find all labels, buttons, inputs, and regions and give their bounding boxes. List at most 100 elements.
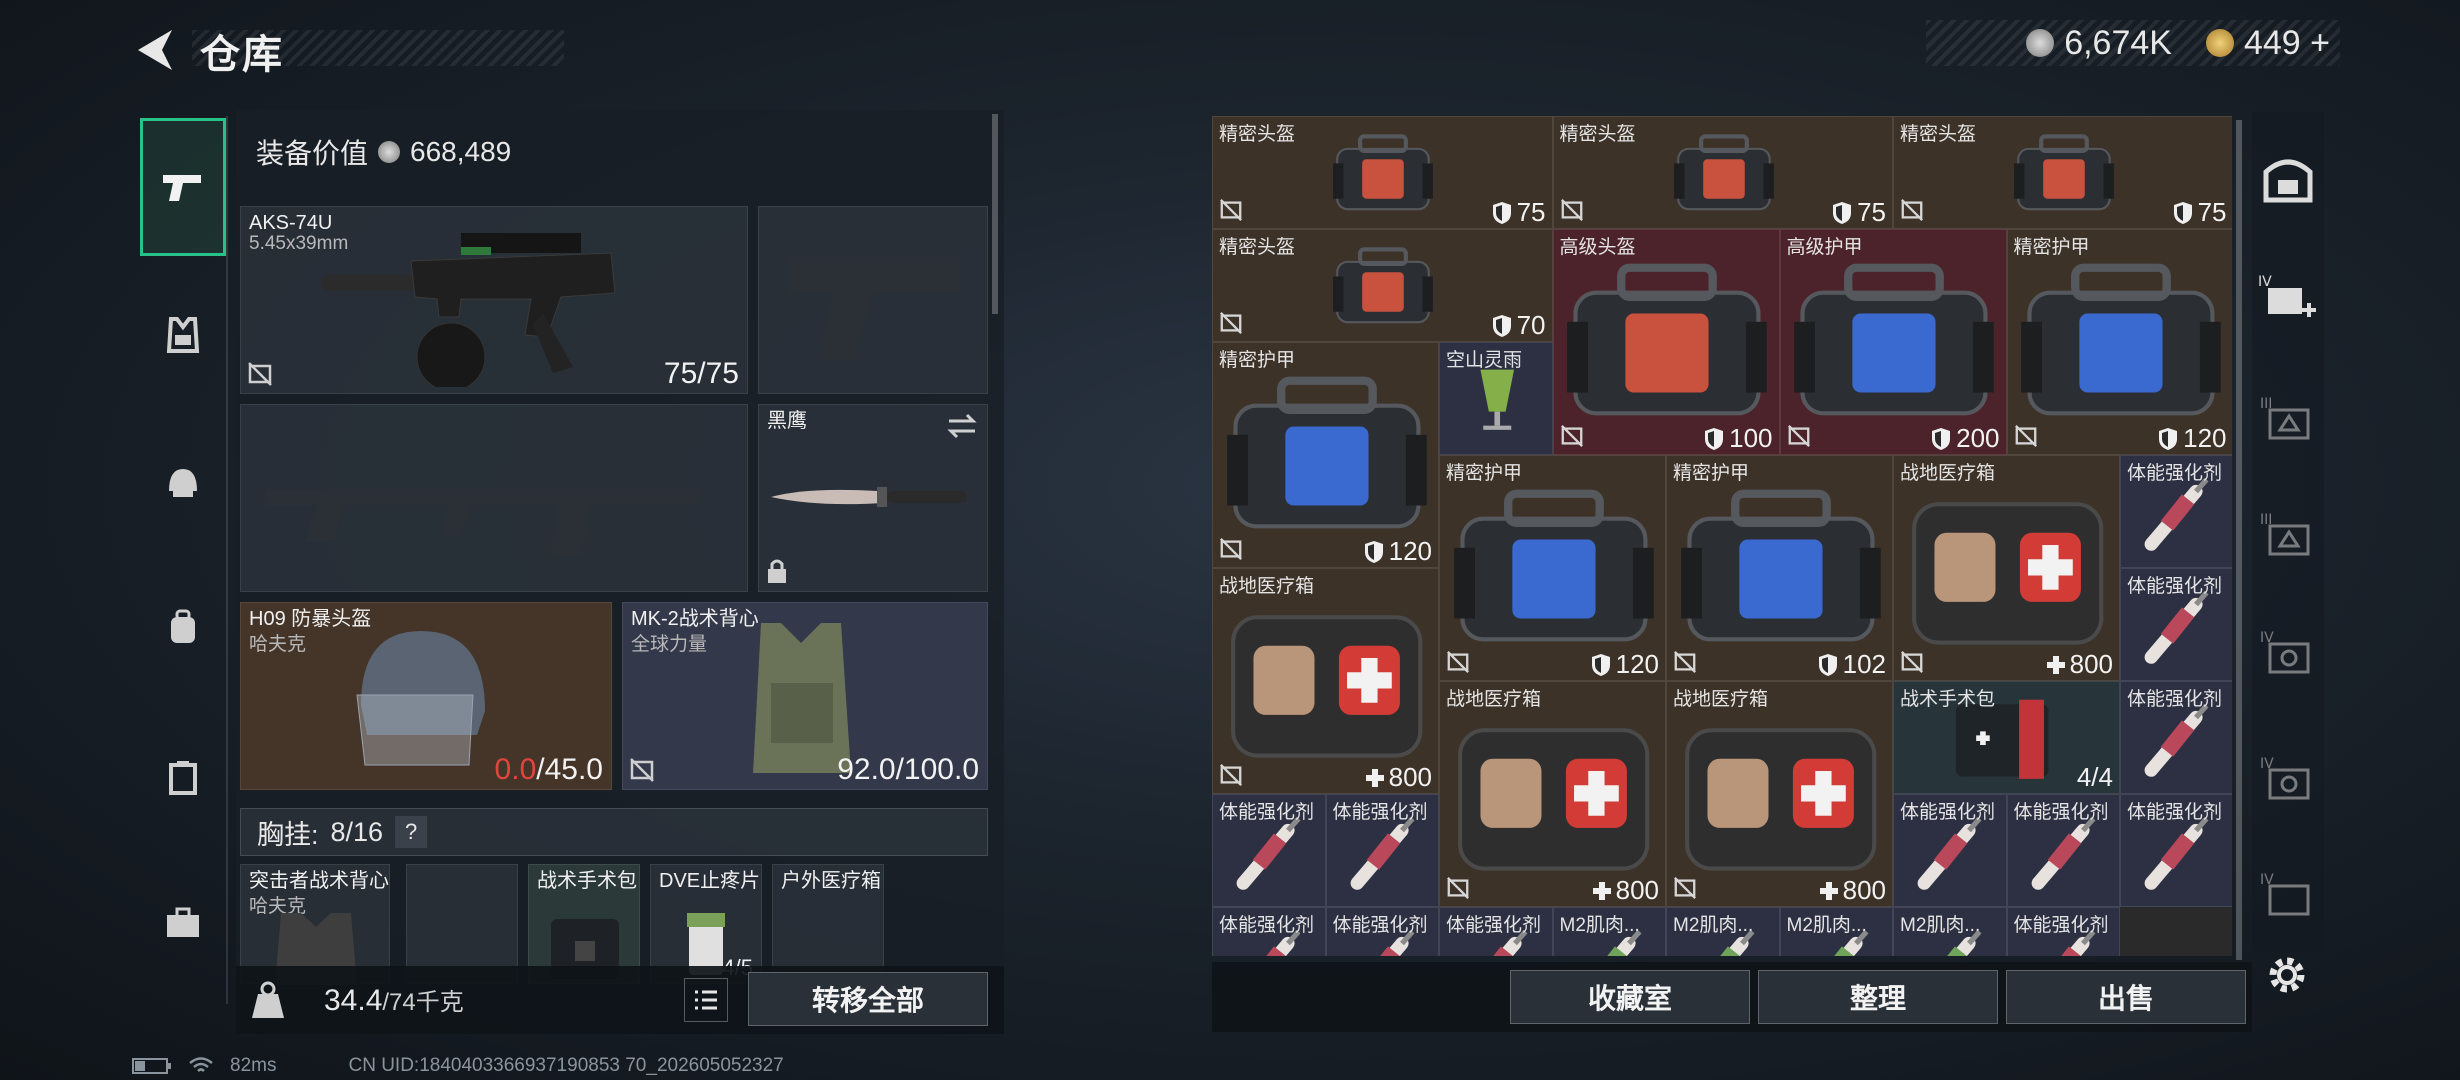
stash-page-icon: III — [2260, 396, 2310, 440]
tab-stash-main[interactable] — [2260, 150, 2316, 206]
tab-tools[interactable] — [140, 880, 226, 966]
armor-shield-icon — [1703, 427, 1725, 451]
back-button[interactable] — [130, 24, 180, 76]
stash-item[interactable]: 战术手术包 4/4 — [1893, 681, 2120, 794]
stash-item[interactable]: 战地医疗箱 800 — [1666, 681, 1893, 907]
rig-help-button[interactable]: ? — [395, 816, 428, 848]
stash-item[interactable]: M2肌肉... — [1779, 907, 1893, 956]
helmet-image — [356, 631, 485, 766]
item-label: 精密头盔 — [1900, 124, 1977, 145]
tab-backpack[interactable] — [140, 584, 226, 670]
stash-item[interactable]: 体能强化剂 — [1212, 794, 1326, 907]
slot-primary-weapon[interactable]: AKS-74U 5.45x39mm 75/75 — [240, 206, 748, 394]
tab-weapons[interactable] — [140, 118, 226, 256]
rig-item-name: 户外医疗箱 — [781, 870, 881, 892]
tab-stash-4[interactable]: III — [2260, 508, 2316, 564]
briefcase-icon — [167, 907, 199, 937]
tab-rig[interactable] — [140, 292, 226, 378]
item-label: 高级头盔 — [1559, 237, 1636, 258]
stash-item[interactable]: 精密头盔 75 — [1552, 116, 1893, 229]
stash-item[interactable]: 高级头盔 100 — [1552, 229, 1780, 455]
stash-item[interactable]: M2肌肉... — [1552, 907, 1666, 956]
stash-item[interactable]: 战地医疗箱 800 — [1439, 681, 1666, 907]
stash-item[interactable]: 体能强化剂 — [1325, 907, 1439, 956]
stash-item[interactable]: 体能强化剂 — [1439, 907, 1553, 956]
stash-item[interactable]: 战地医疗箱 800 — [1212, 568, 1439, 794]
item-label: 体能强化剂 — [1219, 802, 1315, 823]
tab-case[interactable] — [140, 734, 226, 820]
weight-max: /74千克 — [382, 989, 464, 1016]
stash-item[interactable]: 体能强化剂 — [1325, 794, 1439, 907]
currency-gold[interactable]: 449 + — [2244, 24, 2330, 63]
slot-pistol-empty[interactable] — [758, 206, 988, 394]
stash-item[interactable]: 精密护甲 120 — [1212, 342, 1439, 568]
tab-helmet[interactable] — [140, 440, 226, 526]
stash-item[interactable]: 体能强化剂 — [2006, 907, 2120, 956]
armor-shield-icon — [1590, 653, 1612, 677]
slot-body-armor[interactable]: MK-2战术背心 全球力量 92.0/100.0 — [622, 602, 988, 790]
stash-item[interactable]: 精密护甲 120 — [2006, 229, 2232, 455]
loadout-scrollbar[interactable] — [992, 114, 998, 314]
backpack-icon — [171, 609, 195, 643]
slot-helmet[interactable]: H09 防暴头盔 哈夫克 0.0/45.0 — [240, 602, 612, 790]
stash-item[interactable]: 体能强化剂 — [2006, 794, 2120, 907]
weapon-ammo-count: 75/75 — [663, 357, 739, 390]
collection-room-button[interactable]: 收藏室 — [1510, 970, 1750, 1024]
settings-button[interactable] — [2262, 950, 2312, 1000]
rig-item-name: DVE止疼片 — [659, 870, 761, 892]
sort-button[interactable]: 整理 — [1758, 970, 1998, 1024]
pistol-silhouette-icon — [789, 257, 961, 361]
transfer-all-button[interactable]: 转移全部 — [748, 972, 988, 1026]
knife-image — [771, 487, 967, 507]
swap-icon[interactable] — [945, 411, 979, 441]
stash-item[interactable]: 精密头盔 70 — [1212, 229, 1553, 342]
slot-secondary-empty[interactable] — [240, 404, 748, 592]
slot-melee[interactable]: 黑鹰 — [758, 404, 988, 592]
sell-button[interactable]: 出售 — [2006, 970, 2246, 1024]
stash-item[interactable]: 战地医疗箱 800 — [1893, 455, 2120, 681]
stash-item[interactable]: 体能强化剂 — [2120, 568, 2232, 681]
stash-item[interactable]: M2肌肉... — [1666, 907, 1780, 956]
armor-shield-icon — [2172, 201, 2194, 225]
stash-item[interactable]: 体能强化剂 — [2120, 794, 2232, 907]
stash-item[interactable]: 体能强化剂 — [1893, 794, 2007, 907]
stash-item[interactable]: M2肌肉... — [1893, 907, 2007, 956]
stash-item[interactable]: 精密头盔 75 — [1212, 116, 1553, 229]
tab-stash-add[interactable]: IV — [2258, 270, 2318, 326]
tab-stash-3[interactable]: III — [2260, 392, 2316, 448]
no-insure-icon — [1446, 876, 1470, 900]
rifle-silhouette-icon — [265, 489, 701, 555]
currency-bar: 6,674K 449 + — [1926, 20, 2340, 66]
stash-item[interactable]: 体能强化剂 — [2120, 455, 2232, 568]
loadout-panel: 装备价值 668,489 AKS-74U 5.45x39mm 75/75 黑鹰 — [236, 110, 1004, 1034]
item-value: 120 — [1363, 536, 1432, 567]
stash-item[interactable]: 高级护甲 200 — [1779, 229, 2007, 455]
add-stash-icon: IV — [2258, 274, 2316, 317]
page-title: 仓库 — [200, 33, 284, 77]
wifi-icon — [189, 1057, 213, 1072]
item-image — [1667, 456, 1892, 680]
stash-scrollbar[interactable] — [2236, 120, 2242, 960]
tab-stash-7[interactable]: IV — [2260, 868, 2316, 924]
stash-item[interactable]: 体能强化剂 — [1212, 907, 1326, 956]
stash-item[interactable]: 精密护甲 102 — [1666, 455, 1893, 681]
heal-plus-icon — [1365, 768, 1385, 788]
item-label: M2肌肉... — [1786, 915, 1867, 936]
helmet-durability: 0.0/45.0 — [495, 753, 603, 787]
item-image — [1781, 230, 2006, 454]
weight-icon — [252, 981, 284, 1018]
item-label: 体能强化剂 — [1446, 915, 1542, 936]
tab-stash-5[interactable]: IV — [2260, 626, 2316, 682]
rig-header: 胸挂: 8/16 ? — [240, 808, 988, 856]
stash-item[interactable]: 精密头盔 75 — [1893, 116, 2232, 229]
helmet-durability-current: 0.0 — [494, 753, 537, 786]
item-label: M2肌肉... — [1900, 915, 1981, 936]
no-insure-icon — [1560, 198, 1584, 222]
stash-item[interactable]: 空山灵雨 — [1439, 342, 1553, 455]
stash-item[interactable]: 体能强化剂 — [2120, 681, 2232, 794]
tab-stash-6[interactable]: IV — [2260, 752, 2316, 808]
item-value-text: 800 — [1842, 875, 1886, 905]
helmet-durability-max: /45.0 — [536, 753, 603, 786]
stash-item[interactable]: 精密护甲 120 — [1439, 455, 1666, 681]
list-view-button[interactable] — [684, 978, 728, 1022]
